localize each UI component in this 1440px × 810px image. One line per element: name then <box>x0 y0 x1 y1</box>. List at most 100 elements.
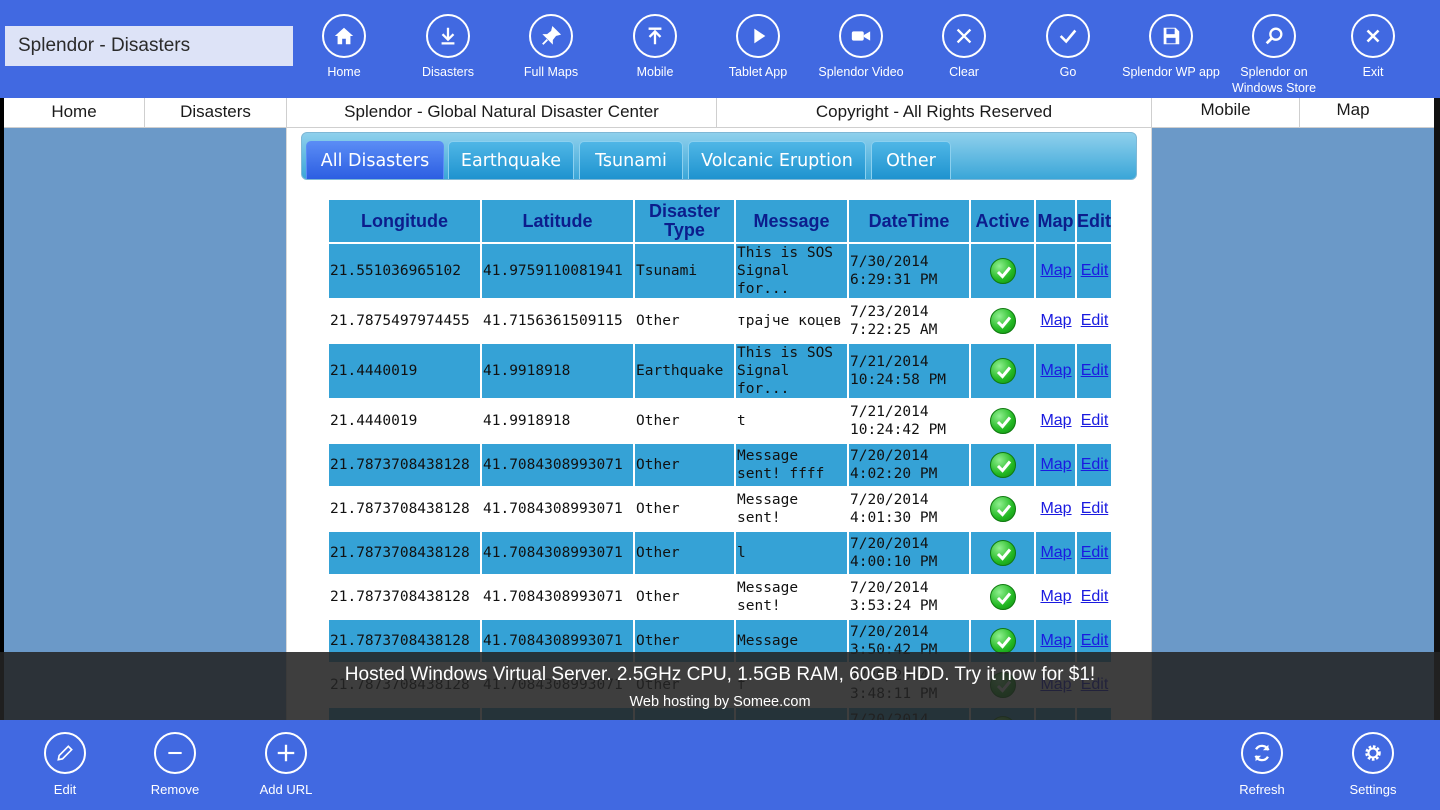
tab-other[interactable]: Other <box>871 141 951 179</box>
map-link[interactable]: Map <box>1040 544 1071 561</box>
map-link[interactable]: Map <box>1040 500 1071 517</box>
nav-strip: Home Disasters Splendor - Global Natural… <box>4 98 1434 128</box>
col-header-disaster-type[interactable]: Disaster Type <box>635 200 734 242</box>
cell-edit: Edit <box>1077 576 1111 618</box>
edit-button[interactable]: Edit <box>15 732 115 797</box>
cell-message: трајче коцев <box>737 313 842 329</box>
cell-date: 7/30/2014 <box>850 254 929 270</box>
mobile-button-label: Mobile <box>636 65 674 79</box>
windows-store-button[interactable]: Splendor on Windows Store <box>1224 14 1324 96</box>
ad-sponsor[interactable]: Web hosting by Somee.com <box>0 694 1440 710</box>
mobile-button[interactable]: Mobile <box>605 14 705 80</box>
cell-date: 7/20/2014 <box>850 536 929 552</box>
edit-link[interactable]: Edit <box>1081 412 1109 429</box>
map-link[interactable]: Map <box>1040 632 1071 649</box>
map-link[interactable]: Map <box>1040 262 1071 279</box>
refresh-button-label: Refresh <box>1239 782 1285 797</box>
ad-banner[interactable]: Hosted Windows Virtual Server. 2.5GHz CP… <box>0 652 1440 720</box>
active-check-icon <box>990 308 1016 334</box>
edit-link[interactable]: Edit <box>1081 312 1109 329</box>
col-header-active[interactable]: Active <box>971 200 1034 242</box>
tab-volcanic-eruption[interactable]: Volcanic Eruption <box>688 141 866 179</box>
cell-map: Map <box>1036 532 1075 574</box>
splendor-wp-app-button[interactable]: Splendor WP app <box>1121 14 1221 80</box>
cell-latitude: 41.9918918 <box>482 344 633 398</box>
full-maps-button[interactable]: Full Maps <box>501 14 601 80</box>
bottom-app-bar: Edit Remove Add URL Refresh Settings <box>0 720 1440 810</box>
col-header-latitude[interactable]: Latitude <box>482 200 633 242</box>
nav-mobile-link[interactable]: Mobile <box>1152 98 1300 128</box>
edit-link[interactable]: Edit <box>1081 456 1109 473</box>
nav-home-link[interactable]: Home <box>4 98 145 128</box>
exit-button[interactable]: Exit <box>1323 14 1423 80</box>
col-header-message[interactable]: Message <box>736 200 847 242</box>
disasters-button[interactable]: Disasters <box>398 14 498 80</box>
home-icon <box>322 14 366 58</box>
cell-message: This is SOS Signal for... <box>736 344 847 398</box>
cell-date: 7/20/2014 <box>850 624 929 640</box>
col-header-longitude[interactable]: Longitude <box>329 200 480 242</box>
home-button-label: Home <box>327 65 361 79</box>
cell-disaster-type: Earthquake <box>635 344 734 398</box>
cell-datetime: 7/20/2014 4:01:30 PM <box>849 488 969 530</box>
nav-map-link[interactable]: Map <box>1300 98 1406 128</box>
edit-link[interactable]: Edit <box>1081 262 1109 279</box>
map-link[interactable]: Map <box>1040 412 1071 429</box>
refresh-button[interactable]: Refresh <box>1212 732 1312 797</box>
map-link[interactable]: Map <box>1040 588 1071 605</box>
settings-button[interactable]: Settings <box>1323 732 1423 797</box>
col-header-datetime[interactable]: DateTime <box>849 200 969 242</box>
plus-icon <box>265 732 307 774</box>
cell-message: t <box>737 413 746 429</box>
nav-disasters-link[interactable]: Disasters <box>145 98 287 128</box>
active-check-icon <box>990 358 1016 384</box>
edit-link[interactable]: Edit <box>1081 500 1109 517</box>
edit-link[interactable]: Edit <box>1081 544 1109 561</box>
disaster-type-tabbar: All Disasters Earthquake Tsunami Volcani… <box>301 132 1137 180</box>
nav-center-title[interactable]: Splendor - Global Natural Disaster Cente… <box>287 98 717 128</box>
add-url-button-label: Add URL <box>259 782 313 797</box>
video-icon <box>839 14 883 58</box>
cell-edit: Edit <box>1077 344 1111 398</box>
edit-link[interactable]: Edit <box>1081 632 1109 649</box>
cell-disaster-type: Other <box>636 501 680 517</box>
cell-message: Message sent! <box>737 580 799 614</box>
check-icon <box>1046 14 1090 58</box>
tab-all-disasters[interactable]: All Disasters <box>306 141 444 179</box>
map-link[interactable]: Map <box>1040 362 1071 379</box>
edit-link[interactable]: Edit <box>1081 362 1109 379</box>
tab-tsunami[interactable]: Tsunami <box>579 141 683 179</box>
cell-datetime: 7/20/2014 4:02:20 PM <box>849 444 969 486</box>
play-icon <box>736 14 780 58</box>
cell-longitude: 21.7875497974455 <box>330 313 470 329</box>
tab-earthquake[interactable]: Earthquake <box>448 141 574 179</box>
edit-link[interactable]: Edit <box>1081 588 1109 605</box>
cell-time: 6:29:31 PM <box>850 272 938 288</box>
cell-disaster-type: Other <box>635 532 734 574</box>
windows-store-button-label: Splendor on Windows Store <box>1231 65 1317 95</box>
cell-edit: Edit <box>1077 532 1111 574</box>
splendor-video-button[interactable]: Splendor Video <box>811 14 911 80</box>
save-icon <box>1149 14 1193 58</box>
cell-latitude: 41.7084308993071 <box>483 589 623 605</box>
add-url-button[interactable]: Add URL <box>236 732 336 797</box>
table-row: 21.7873708438128 41.7084308993071 Other Mes… <box>329 488 1111 530</box>
cell-longitude: 21.551036965102 <box>329 244 480 298</box>
cell-disaster-type: Other <box>636 413 680 429</box>
cell-map: Map <box>1036 444 1075 486</box>
tablet-app-button[interactable]: Tablet App <box>708 14 808 80</box>
map-link[interactable]: Map <box>1040 312 1071 329</box>
table-row: 21.7875497974455 41.7156361509115 Other тра… <box>329 300 1111 342</box>
cell-latitude: 41.7084308993071 <box>483 501 623 517</box>
cell-disaster-type: Other <box>636 589 680 605</box>
map-link[interactable]: Map <box>1040 456 1071 473</box>
cell-latitude: 41.7084308993071 <box>482 444 633 486</box>
home-button[interactable]: Home <box>294 14 394 80</box>
remove-button-label: Remove <box>150 782 200 797</box>
ad-headline[interactable]: Hosted Windows Virtual Server. 2.5GHz CP… <box>0 664 1440 686</box>
remove-button[interactable]: Remove <box>125 732 225 797</box>
cell-active <box>971 244 1034 298</box>
cell-message: This is SOS Signal for... <box>736 244 847 298</box>
go-button[interactable]: Go <box>1018 14 1118 80</box>
clear-button[interactable]: Clear <box>914 14 1014 80</box>
